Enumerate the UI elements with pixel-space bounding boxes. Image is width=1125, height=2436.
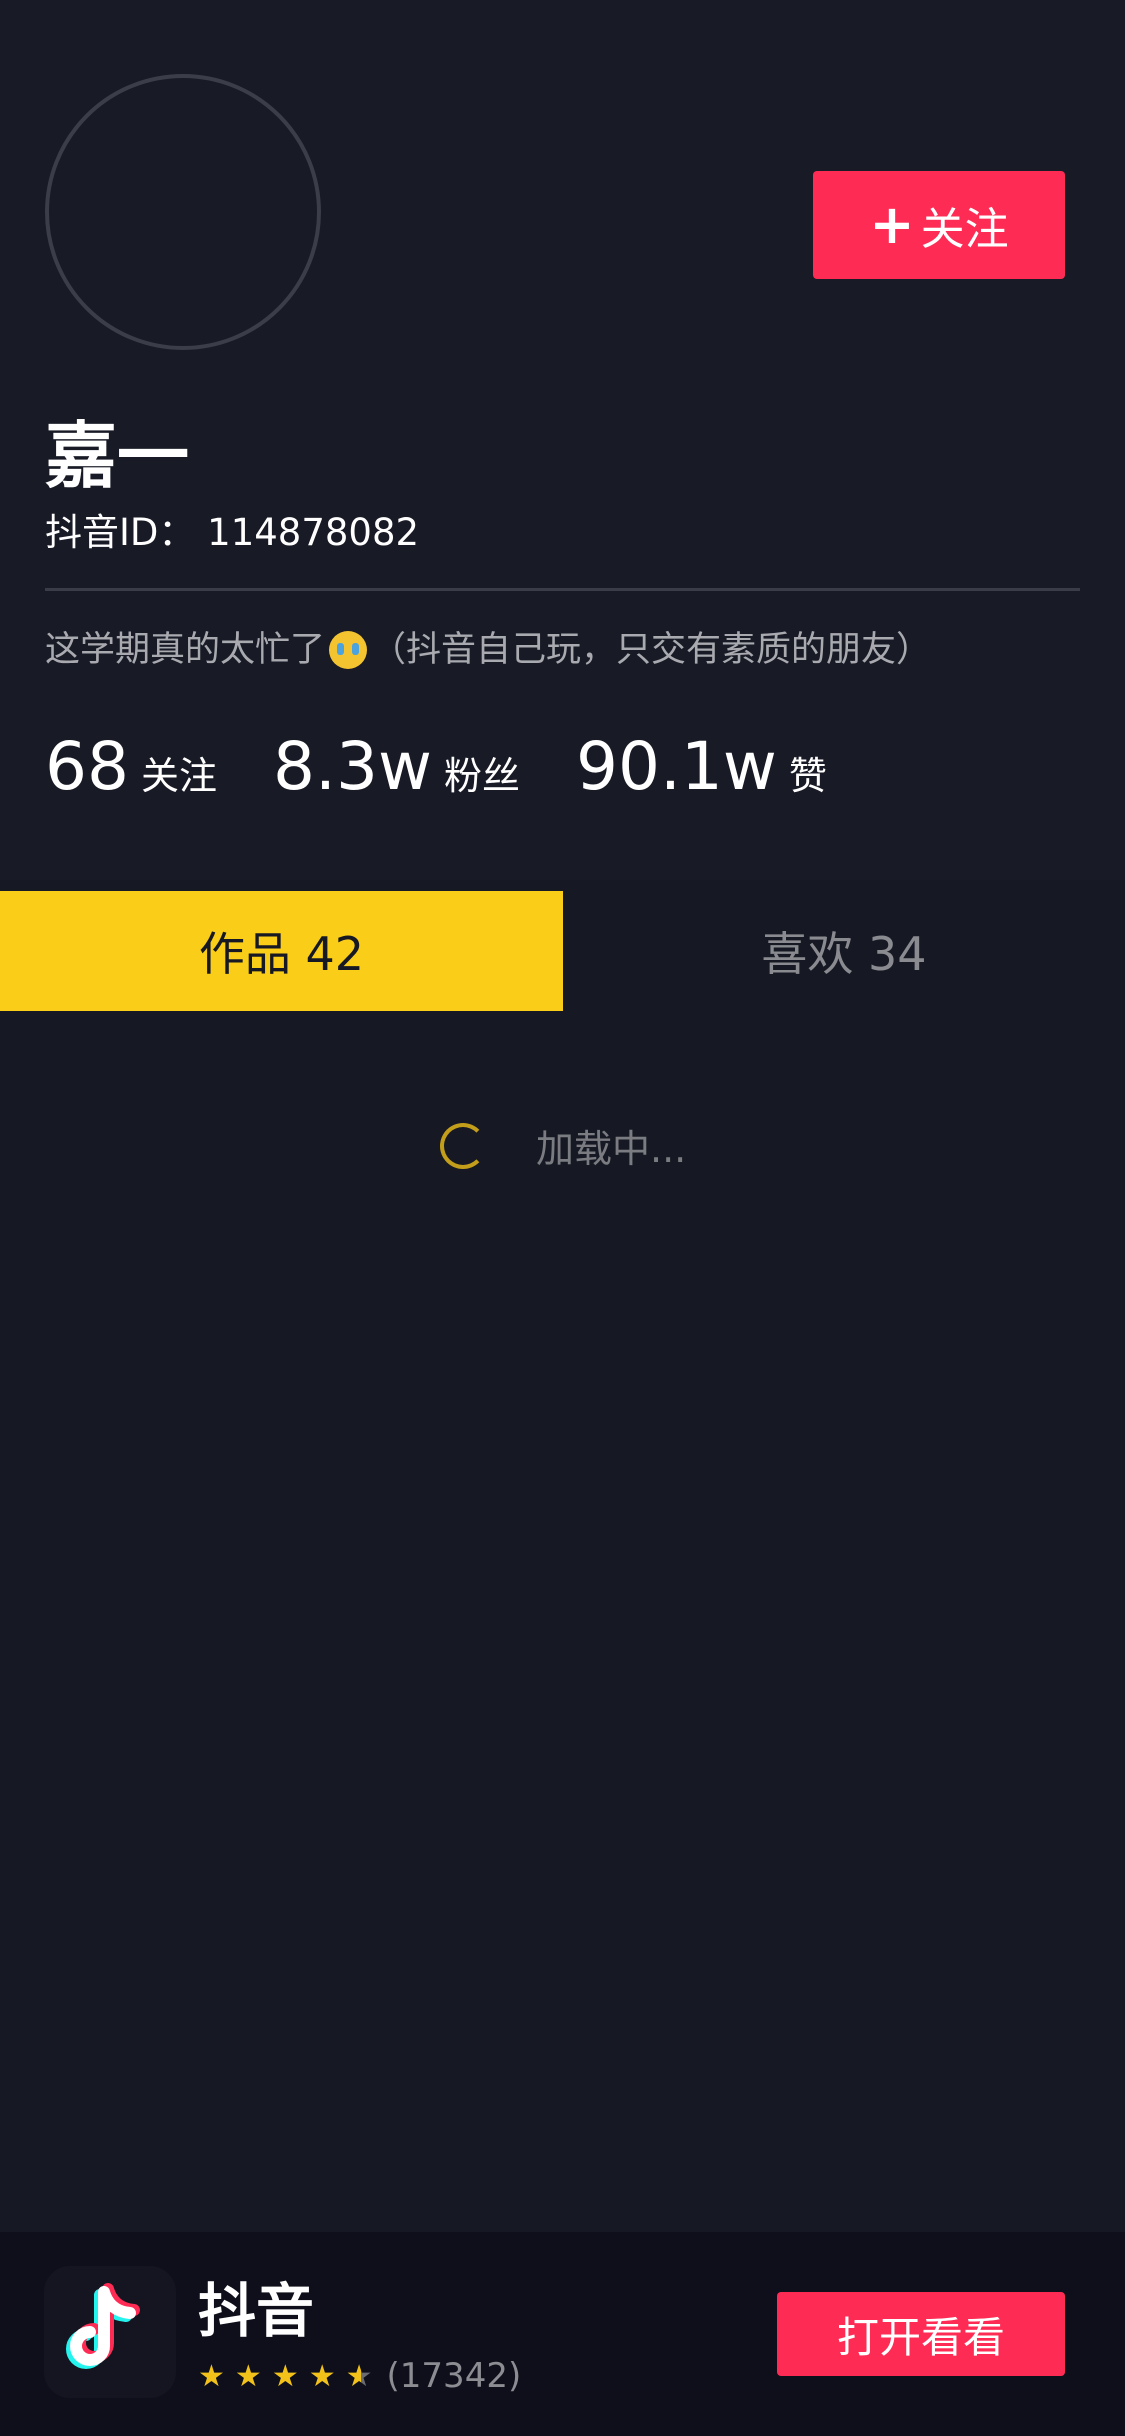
- stat-likes-count: 90.1w: [575, 728, 777, 805]
- bio: 这学期真的太忙了 （抖音自己玩，只交有素质的朋友）: [45, 630, 931, 670]
- spinner-icon: [440, 1122, 486, 1169]
- crying-face-emoji-icon: [329, 631, 368, 669]
- loading-text: 加载中...: [536, 1127, 687, 1171]
- star-icon: ★: [308, 2358, 336, 2394]
- stat-following-count: 68: [45, 728, 129, 805]
- bio-text-start: 这学期真的太忙了: [45, 630, 326, 670]
- stat-likes: 90.1w 赞: [576, 728, 827, 805]
- nickname: 嘉一: [45, 414, 190, 498]
- stat-likes-label: 赞: [788, 754, 827, 798]
- content-tabs: 作品 42 喜欢 34: [0, 891, 1125, 1011]
- tab-works[interactable]: 作品 42: [0, 891, 563, 1011]
- follow-label: 关注: [920, 204, 1009, 255]
- avatar[interactable]: [45, 74, 321, 350]
- tab-likes[interactable]: 喜欢 34: [563, 891, 1125, 1011]
- half-star-icon: ★: [345, 2358, 373, 2394]
- plus-icon: +: [869, 193, 915, 256]
- stat-following[interactable]: 68 关注: [45, 728, 217, 805]
- stat-following-label: 关注: [140, 754, 217, 798]
- star-icon: ★: [234, 2358, 262, 2394]
- app-download-banner: 抖音 ★ ★ ★ ★ ★ (17342) 打开看看: [0, 2232, 1125, 2436]
- star-icon: ★: [271, 2358, 299, 2394]
- stat-followers-count: 8.3w: [273, 728, 432, 805]
- bio-text-end: （抖音自己玩，只交有素质的朋友）: [371, 630, 932, 670]
- open-app-button[interactable]: 打开看看: [777, 2292, 1065, 2376]
- loading-indicator: 加载中...: [440, 1118, 686, 1173]
- divider: [45, 588, 1080, 591]
- app-rating: ★ ★ ★ ★ ★ (17342): [198, 2356, 521, 2396]
- app-name: 抖音: [198, 2277, 315, 2345]
- star-icon: ★: [198, 2358, 225, 2394]
- stats-row: 68 关注 8.3w 粉丝 90.1w 赞: [45, 728, 883, 805]
- douyin-id: 抖音ID： 114878082: [45, 511, 420, 554]
- follow-button[interactable]: + 关注: [813, 171, 1065, 279]
- stat-followers-label: 粉丝: [443, 754, 520, 798]
- stat-followers[interactable]: 8.3w 粉丝: [273, 728, 520, 805]
- douyin-logo-icon[interactable]: [44, 2266, 176, 2398]
- rating-count: (17342): [386, 2356, 522, 2396]
